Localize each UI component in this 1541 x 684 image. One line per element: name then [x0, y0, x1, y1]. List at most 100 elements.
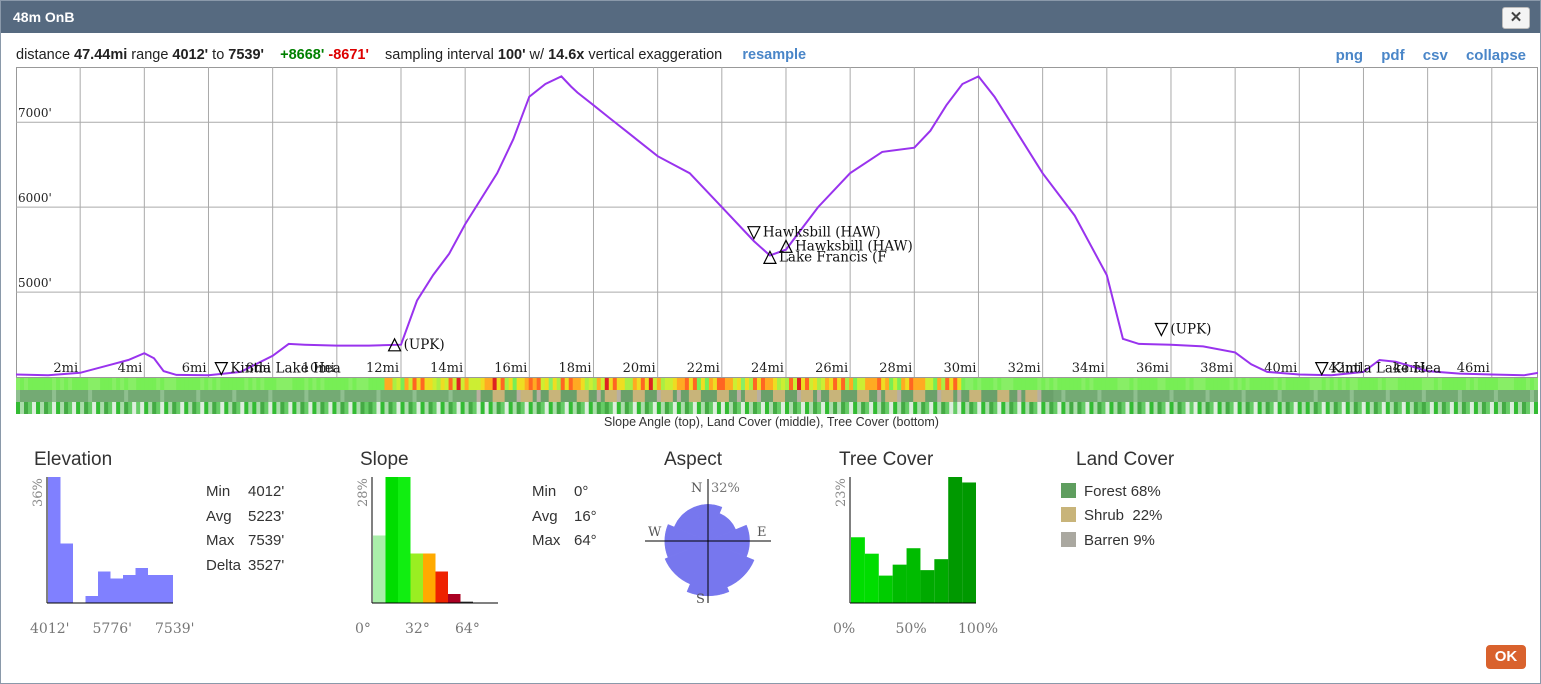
slope-strip-cell: [949, 378, 954, 390]
treecover-strip-cell: [156, 402, 161, 414]
slope-strip-cell: [1521, 378, 1527, 390]
dialog-titlebar[interactable]: 48m OnB ✕: [1, 1, 1540, 33]
slope-strip-cell: [937, 378, 942, 390]
treecover-strip-cell: [1053, 402, 1058, 414]
treecover-strip-cell: [1161, 402, 1167, 414]
landcover-strip-cell: [204, 390, 209, 402]
treecover-strip-cell: [116, 402, 121, 414]
slope-strip-cell: [456, 378, 462, 390]
treecover-strip-cell: [648, 402, 654, 414]
slope-strip-cell: [216, 378, 221, 390]
treecover-strip-cell: [1501, 402, 1507, 414]
treecover-strip-cell: [532, 402, 538, 414]
slope-strip-cell: [400, 378, 406, 390]
slope-strip-cell: [200, 378, 205, 390]
treecover-strip-cell: [712, 402, 718, 414]
treecover-strip-cell: [276, 402, 281, 414]
treecover-strip-cell: [672, 402, 678, 414]
slope-strip-cell: [861, 378, 866, 390]
slope-strip-cell: [1365, 378, 1371, 390]
landcover-strip-cell: [1185, 390, 1191, 402]
treecover-strip-cell: [1397, 402, 1403, 414]
treecover-strip-cell: [416, 402, 422, 414]
treecover-strip-cell: [204, 402, 209, 414]
treecover-strip-cell: [1109, 402, 1115, 414]
histogram-bar: [98, 571, 111, 603]
slope-strip-cell: [801, 378, 806, 390]
slope-strip-cell: [1525, 378, 1531, 390]
treecover-strip-cell: [829, 402, 834, 414]
histogram-bar: [160, 575, 173, 603]
slope-strip-cell: [40, 378, 45, 390]
landcover-strip-cell: [440, 390, 446, 402]
slope-strip-cell: [116, 378, 121, 390]
slope-strip-cell: [805, 378, 810, 390]
treecover-strip-cell: [760, 402, 766, 414]
landcover-strip-cell: [320, 390, 326, 402]
treecover-strip-cell: [1165, 402, 1171, 414]
slope-strip-cell: [1469, 378, 1475, 390]
treecover-strip-cell: [1349, 402, 1355, 414]
tree-cover-panel-title: Tree Cover: [839, 449, 934, 470]
png-link[interactable]: png: [1336, 47, 1364, 64]
elevation-gain: +8668': [280, 47, 325, 63]
slope-strip-cell: [1313, 378, 1319, 390]
slope-strip-cell: [873, 378, 878, 390]
treecover-strip-cell: [837, 402, 842, 414]
treecover-strip-cell: [752, 402, 758, 414]
x-tick-label: 22mi: [687, 361, 720, 376]
landcover-strip-cell: [564, 390, 570, 402]
slope-strip-cell: [468, 378, 474, 390]
treecover-strip-cell: [1445, 402, 1451, 414]
slope-strip-cell: [1185, 378, 1191, 390]
close-button[interactable]: ✕: [1502, 7, 1530, 29]
y-tick-label: 6000': [18, 191, 52, 205]
ok-button[interactable]: OK: [1486, 645, 1526, 669]
treecover-strip-cell: [768, 402, 774, 414]
treecover-strip-cell: [1457, 402, 1463, 414]
landcover-strip-cell: [1473, 390, 1479, 402]
pdf-link[interactable]: pdf: [1381, 47, 1404, 64]
land-cover-panel-title: Land Cover: [1076, 449, 1175, 470]
slope-strip-cell: [1429, 378, 1435, 390]
landcover-strip-cell: [1357, 390, 1363, 402]
slope-strip-cell: [548, 378, 554, 390]
collapse-link[interactable]: collapse: [1466, 47, 1526, 64]
elevation-profile-chart[interactable]: 2mi 4mi 6mi 8mi 10mi 12mi 14mi 16mi 18mi 20mi 22mi…: [16, 67, 1538, 379]
slope-strip-cell: [1253, 378, 1259, 390]
landcover-strip-cell: [576, 390, 582, 402]
slope-strip-cell: [180, 378, 185, 390]
landcover-strip-cell: [600, 390, 606, 402]
landcover-strip-cell: [1437, 390, 1443, 402]
csv-link[interactable]: csv: [1423, 47, 1448, 64]
treecover-strip-cell: [72, 402, 77, 414]
landcover-strip-cell: [1429, 390, 1435, 402]
landcover-strip-cell: [1297, 390, 1303, 402]
slope-strip-cell: [696, 378, 702, 390]
slope-strip-cell: [444, 378, 450, 390]
slope-strip-cell: [220, 378, 225, 390]
landcover-strip-cell: [584, 390, 590, 402]
x-tick-label: 24mi: [751, 361, 784, 376]
landcover-strip-cell: [664, 390, 670, 402]
slope-strip-cell: [1465, 378, 1471, 390]
treecover-strip-cell: [1197, 402, 1203, 414]
slope-strip-cell: [1309, 378, 1315, 390]
slope-strip-cell: [993, 378, 998, 390]
treecover-strip-cell: [380, 402, 386, 414]
treecover-strip-cell: [1301, 402, 1307, 414]
resample-link[interactable]: resample: [742, 47, 806, 63]
treecover-strip-cell: [1037, 402, 1042, 414]
treecover-strip-cell: [877, 402, 882, 414]
slope-strip-cell: [1285, 378, 1291, 390]
slope-strip-cell: [953, 378, 958, 390]
tree-cover-histogram: 23% 0% 50% 100%: [833, 477, 998, 637]
treecover-strip-cell: [981, 402, 986, 414]
landcover-strip-cell: [1173, 390, 1179, 402]
slope-strip-cell: [1441, 378, 1447, 390]
slope-strip-cell: [849, 378, 854, 390]
slope-strip-cell: [608, 378, 614, 390]
landcover-strip-cell: [352, 390, 358, 402]
landcover-strip-cell: [364, 390, 370, 402]
landcover-strip-cell: [488, 390, 494, 402]
